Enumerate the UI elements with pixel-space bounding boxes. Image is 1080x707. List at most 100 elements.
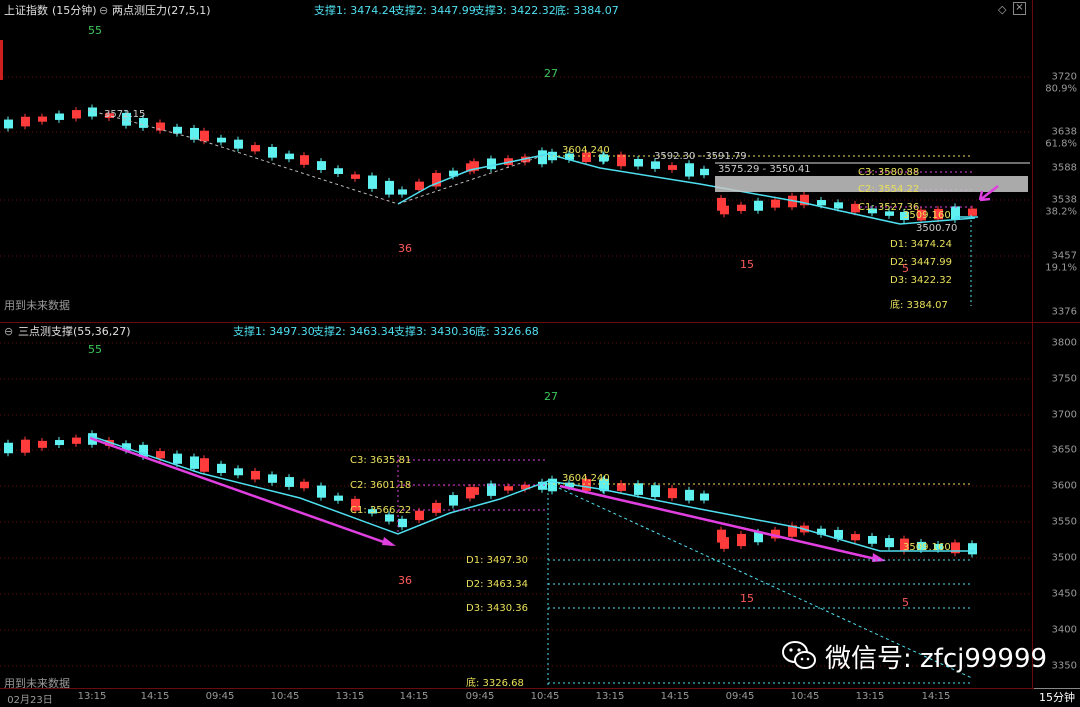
x-label: 13:15: [77, 691, 107, 702]
future-data-hint: 用到未来数据: [4, 299, 70, 312]
count-5: 5: [902, 596, 909, 609]
candle-body: [834, 202, 843, 209]
x-label: 14:15: [399, 691, 429, 702]
x-label: 14:15: [921, 691, 951, 702]
d3-label: D3: 3430.36: [466, 603, 528, 614]
y-label: 3550: [1051, 516, 1077, 528]
x-label: 09:45: [725, 691, 755, 702]
candle-body: [200, 458, 209, 472]
c1-label: C1: 3527.36: [858, 202, 919, 213]
candle-body: [251, 470, 260, 480]
candle-body: [885, 538, 894, 548]
candle-body: [55, 440, 64, 446]
candle-body: [21, 116, 30, 127]
range2-label: 3575.29 - 3550.41: [718, 164, 811, 175]
candle-body: [668, 165, 677, 170]
d2-label: D2: 3447.99: [890, 257, 952, 268]
y-label: 3450: [1051, 588, 1077, 600]
bottom-candlestick-chart[interactable]: 55 27 36 15 5 3604.240 3509.160 C3: 3635…: [0, 323, 1032, 688]
candle-body: [173, 126, 182, 134]
bottom-label: 底: 3384.07: [890, 298, 948, 311]
peak-label: 3604.240: [562, 473, 610, 484]
candle-body: [634, 159, 643, 167]
y-label: 3588: [1051, 162, 1077, 174]
wechat-watermark: 微信号: zfcj99999: [781, 636, 1047, 676]
count-15: 15: [740, 592, 754, 605]
c3-label: C3: 3580.88: [858, 167, 919, 178]
x-label: 14:15: [140, 691, 170, 702]
candle-body: [21, 439, 30, 453]
candle-body: [720, 205, 729, 215]
peak-left-label: 3572.15: [104, 109, 145, 120]
down-arrow-1-head: [382, 537, 396, 546]
candle-body: [470, 487, 479, 495]
candle-body: [4, 442, 13, 454]
c3-label: C3: 3635.81: [350, 455, 411, 466]
d1-label: D1: 3474.24: [890, 239, 952, 250]
candle-body: [173, 453, 182, 464]
candle-body: [334, 495, 343, 501]
candle-body: [200, 130, 209, 142]
candle-body: [351, 174, 360, 179]
count-36: 36: [398, 574, 412, 587]
candle-body: [771, 199, 780, 208]
candle-body: [72, 437, 81, 444]
count-55: 55: [88, 343, 102, 356]
y-label: 3457: [1051, 250, 1077, 262]
y-label: 3400: [1051, 624, 1077, 636]
candle-body: [720, 537, 729, 549]
count-27: 27: [544, 390, 558, 403]
y-label: 38.2%: [1045, 206, 1077, 218]
y-label: 3376: [1051, 306, 1077, 318]
bottom-price-axis[interactable]: 3800 3750 3700 3650 3600 3550 3500 3450 …: [1032, 323, 1080, 688]
top-candlestick-chart[interactable]: 55 27 36 15 5 3572.15 3604.240 3592.30 -…: [0, 0, 1032, 322]
candle-body: [55, 113, 64, 120]
candle-body: [651, 161, 660, 169]
x-label: 09:45: [465, 691, 495, 702]
bottom-label: 底: 3326.68: [466, 676, 524, 688]
candle-body: [398, 189, 407, 195]
wechat-icon: [782, 641, 816, 669]
candle-body: [668, 488, 677, 499]
top-price-axis[interactable]: 3720 80.9% 3638 61.8% 3588 3538 38.2% 34…: [1032, 0, 1080, 322]
y-label: 3700: [1051, 409, 1077, 421]
range1-label: 3592.30 - 3591.79: [654, 151, 747, 162]
candle-body: [334, 168, 343, 174]
d3-label: D3: 3422.32: [890, 275, 952, 286]
candle-body: [737, 204, 746, 212]
d2-label: D2: 3463.34: [466, 579, 528, 590]
x-label: 02月23日: [7, 695, 53, 706]
candle-body: [415, 510, 424, 521]
candle-body: [449, 495, 458, 506]
candle-body: [72, 110, 81, 119]
candle-body: [251, 145, 260, 152]
timeframe-selector[interactable]: 15分钟: [1034, 688, 1080, 707]
down-arrow-1: [89, 436, 393, 547]
candle-body: [317, 485, 326, 498]
y-label: 19.1%: [1045, 262, 1077, 274]
last-label: 3500.70: [916, 223, 957, 234]
candle-body: [285, 153, 294, 160]
candle-body: [685, 489, 694, 501]
y-label: 61.8%: [1045, 138, 1077, 150]
c2-label: C2: 3554.22: [858, 184, 919, 195]
candle-body: [317, 161, 326, 170]
y-label: 3500: [1051, 552, 1077, 564]
c2-label: C2: 3601.18: [350, 480, 411, 491]
candle-body: [234, 468, 243, 476]
candle-body: [38, 116, 47, 122]
time-axis[interactable]: 02月23日 13:15 14:15 09:45 10:45 13:15 14:…: [0, 688, 1080, 707]
count-55: 55: [88, 24, 102, 37]
candle-body: [754, 200, 763, 211]
candle-body: [190, 127, 199, 140]
candle-body: [300, 155, 309, 165]
x-label: 10:45: [270, 691, 300, 702]
candle-body: [487, 158, 496, 170]
y-label: 3650: [1051, 444, 1077, 456]
candle-body: [190, 456, 199, 469]
candle-body: [285, 477, 294, 487]
candle-body: [634, 483, 643, 495]
y-label: 80.9%: [1045, 83, 1077, 95]
x-label: 13:15: [855, 691, 885, 702]
peak-mid-label: 3604.240: [562, 145, 610, 156]
